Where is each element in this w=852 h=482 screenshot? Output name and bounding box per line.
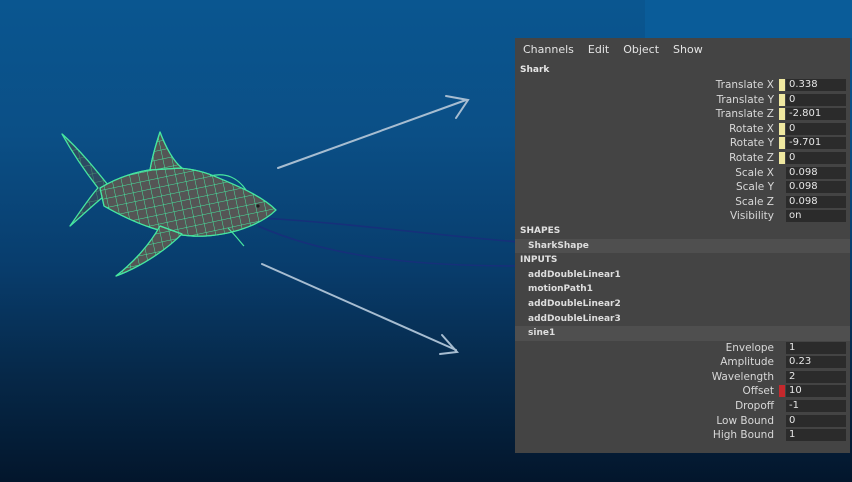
attribute-row-scale-z[interactable]: Scale Z 0.098 [515,195,850,210]
attribute-row-rotate-y[interactable]: Rotate Y -9.701 [515,136,850,151]
attribute-value-field[interactable]: -1 [786,400,846,413]
attribute-label: Rotate X [729,122,774,135]
keyframe-indicator [779,415,785,427]
attribute-row-rotate-z[interactable]: Rotate Z 0 [515,151,850,166]
keyframe-indicator [779,79,785,91]
attribute-label: Amplitude [720,356,774,369]
shape-node-sharkshape[interactable]: SharkShape [515,238,850,254]
attribute-row-translate-z[interactable]: Translate Z -2.801 [515,107,850,122]
keyframe-indicator [779,429,785,441]
keyframe-indicator [779,196,785,208]
attribute-row-envelope[interactable]: Envelope 1 [515,341,850,356]
attribute-value-field[interactable]: -9.701 [786,137,846,150]
node-title[interactable]: Shark [515,60,850,78]
attribute-value-field[interactable]: 2 [786,370,846,383]
inputs-section-header: INPUTS [520,255,558,266]
attribute-row-high-bound[interactable]: High Bound 1 [515,428,850,443]
attribute-label: Visibility [729,210,774,223]
input-node-motionpath1[interactable]: motionPath1 [515,282,850,297]
attribute-row-offset[interactable]: Offset 10 [515,384,850,399]
shark-wireframe [61,131,277,277]
keyframe-indicator [779,137,785,150]
channel-box-panel: Channels Edit Object Show Shark Translat… [515,38,850,453]
attribute-value-field[interactable]: 0.098 [786,166,846,179]
channel-box-menubar: Channels Edit Object Show [515,38,850,60]
attribute-label: Rotate Y [729,137,774,150]
attribute-value-field[interactable]: 0 [786,151,846,164]
motion-path-curve [261,217,521,243]
attribute-label: Dropoff [735,400,774,413]
attribute-row-dropoff[interactable]: Dropoff -1 [515,399,850,414]
attribute-value-field[interactable]: 0 [786,122,846,135]
attribute-row-visibility[interactable]: Visibility on [515,209,850,224]
attribute-label: Translate Z [715,108,774,121]
attribute-label: Scale Z [735,195,774,208]
transform-attributes: Translate X 0.338 Translate Y 0 Translat… [515,78,850,224]
direction-arrow [261,263,460,355]
attribute-label: Rotate Z [729,151,774,164]
menu-object[interactable]: Object [623,43,659,56]
keyframe-indicator [779,210,785,222]
keyframe-indicator [779,108,785,121]
attribute-value-field[interactable]: 0.098 [786,181,846,194]
keyframe-indicator [779,400,785,412]
attribute-value-field[interactable]: 0 [786,93,846,106]
shapes-section-header: SHAPES [520,225,561,236]
attribute-label: Offset [742,385,774,398]
menu-channels[interactable]: Channels [523,43,574,56]
attribute-value-field[interactable]: 0.338 [786,79,846,91]
attribute-label: Scale Y [735,181,774,194]
keyframe-indicator [779,167,785,179]
motion-path-curve [257,225,521,267]
attribute-row-low-bound[interactable]: Low Bound 0 [515,414,850,429]
attribute-value-field[interactable]: -2.801 [786,108,846,121]
keyframe-indicator [779,181,785,193]
attribute-value-field[interactable]: 1 [786,341,846,354]
attribute-label: Translate Y [716,93,774,106]
keyframe-indicator [779,371,785,383]
direction-arrow [277,95,470,169]
keyframe-indicator [779,93,785,106]
keyframe-indicator [779,385,785,398]
attribute-value-field[interactable]: 0.23 [786,356,846,369]
input-node-sine1[interactable]: sine1 [515,326,850,341]
attribute-row-amplitude[interactable]: Amplitude 0.23 [515,355,850,370]
attribute-value-field[interactable]: 1 [786,429,846,442]
keyframe-indicator [779,122,785,135]
keyframe-indicator [779,151,785,164]
menu-edit[interactable]: Edit [588,43,609,56]
keyframe-indicator [779,356,785,368]
attribute-value-field[interactable]: on [786,210,846,223]
attribute-row-scale-x[interactable]: Scale X 0.098 [515,166,850,181]
attribute-value-field[interactable]: 0 [786,414,846,427]
attribute-label: Envelope [725,341,774,354]
attribute-row-translate-y[interactable]: Translate Y 0 [515,93,850,108]
attribute-row-rotate-x[interactable]: Rotate X 0 [515,122,850,137]
attribute-label: High Bound [712,429,774,442]
input-node-adddoublelinear3[interactable]: addDoubleLinear3 [515,312,850,327]
input-node-adddoublelinear2[interactable]: addDoubleLinear2 [515,297,850,312]
attribute-row-wavelength[interactable]: Wavelength 2 [515,370,850,385]
attribute-row-translate-x[interactable]: Translate X 0.338 [515,78,850,93]
keyframe-indicator [779,342,785,354]
menu-show[interactable]: Show [673,43,703,56]
attribute-label: Wavelength [711,370,774,383]
input-node-adddoublelinear1[interactable]: addDoubleLinear1 [515,268,850,283]
attribute-value-field[interactable]: 10 [786,385,846,398]
attribute-label: Low Bound [716,414,774,427]
attribute-label: Translate X [715,79,774,91]
sine-attributes: Envelope 1 Amplitude 0.23 Wavelength 2 O… [515,341,850,443]
attribute-value-field[interactable]: 0.098 [786,195,846,208]
attribute-label: Scale X [735,166,774,179]
attribute-row-scale-y[interactable]: Scale Y 0.098 [515,180,850,195]
